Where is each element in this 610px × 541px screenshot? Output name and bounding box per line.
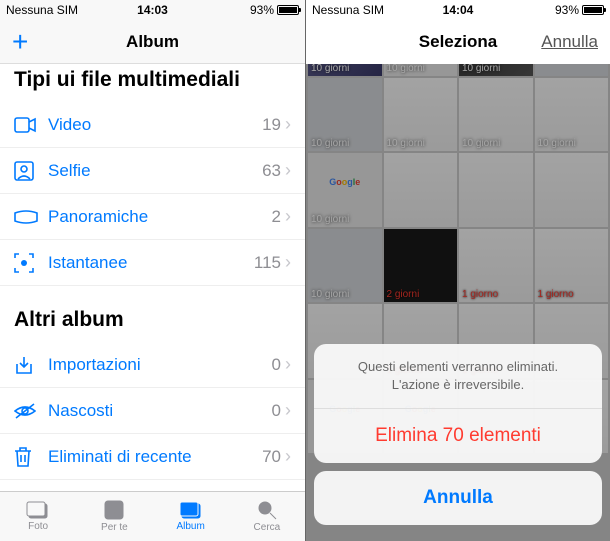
tab-album[interactable]: Album — [153, 492, 229, 541]
sheet-message: Questi elementi verranno eliminati. L'az… — [314, 344, 602, 409]
battery-percent: 93% — [555, 3, 579, 17]
phone-delete-sheet: Nessuna SIM 14:04 93% Seleziona Annulla … — [305, 0, 610, 541]
selfie-icon — [14, 161, 42, 181]
row-count: 19 — [262, 115, 285, 135]
row-label: Importazioni — [42, 355, 272, 375]
chevron-right-icon: › — [285, 354, 291, 375]
chevron-right-icon: › — [285, 206, 291, 227]
chevron-right-icon: › — [285, 114, 291, 135]
section-header-media: Tipi ui file multimediali — [0, 64, 305, 102]
status-bar: Nessuna SIM 14:04 93% — [306, 0, 610, 20]
nav-title: Album — [126, 32, 179, 52]
row-label: Istantanee — [42, 253, 254, 273]
tab-foto[interactable]: Foto — [0, 492, 76, 541]
hidden-icon — [14, 403, 42, 419]
status-bar: Nessuna SIM 14:03 93% — [0, 0, 305, 20]
nav-bar: Seleziona Annulla — [306, 20, 610, 64]
row-label: Video — [42, 115, 262, 135]
delete-button[interactable]: Elimina 70 elementi — [314, 409, 602, 463]
row-istantanee[interactable]: Istantanee 115 › — [0, 240, 305, 286]
row-video[interactable]: Video 19 › — [0, 102, 305, 148]
chevron-right-icon: › — [285, 446, 291, 467]
row-eliminati[interactable]: Eliminati di recente 70 › — [0, 434, 305, 480]
tab-cerca[interactable]: Cerca — [229, 492, 305, 541]
row-count: 0 — [272, 355, 285, 375]
action-sheet: Questi elementi verranno eliminati. L'az… — [314, 344, 602, 533]
sheet-cancel-button[interactable]: Annulla — [314, 471, 602, 525]
section-header-other: Altri album — [0, 286, 305, 342]
carrier-label: Nessuna SIM — [312, 3, 384, 17]
row-label: Panoramiche — [42, 207, 272, 227]
import-icon — [14, 355, 42, 375]
row-count: 115 — [254, 253, 285, 273]
add-button[interactable]: + — [12, 26, 28, 58]
screenshot-icon — [14, 253, 42, 273]
chevron-right-icon: › — [285, 160, 291, 181]
status-time: 14:03 — [137, 3, 168, 17]
battery-icon — [277, 5, 299, 15]
cancel-nav-button[interactable]: Annulla — [541, 32, 598, 52]
row-count: 70 — [262, 447, 285, 467]
row-count: 2 — [272, 207, 285, 227]
row-label: Eliminati di recente — [42, 447, 262, 467]
tab-label: Foto — [28, 521, 48, 532]
trash-icon — [14, 447, 42, 467]
row-nascosti[interactable]: Nascosti 0 › — [0, 388, 305, 434]
chevron-right-icon: › — [285, 252, 291, 273]
battery-percent: 93% — [250, 3, 274, 17]
panorama-icon — [14, 210, 42, 224]
phone-albums: Nessuna SIM 14:03 93% + Album Tipi ui fi… — [0, 0, 305, 541]
chevron-right-icon: › — [285, 400, 291, 421]
video-icon — [14, 117, 42, 133]
row-label: Nascosti — [42, 401, 272, 421]
photo-grid-container: 10 giorni10 giorni10 giorni10 giorni10 g… — [306, 64, 610, 541]
nav-bar: + Album — [0, 20, 305, 64]
row-importazioni[interactable]: Importazioni 0 › — [0, 342, 305, 388]
select-button[interactable]: Seleziona — [419, 32, 497, 52]
tab-bar: Foto Per te Album Cerca — [0, 491, 305, 541]
album-list[interactable]: Tipi ui file multimediali Video 19 › Sel… — [0, 64, 305, 491]
carrier-label: Nessuna SIM — [6, 3, 78, 17]
row-selfie[interactable]: Selfie 63 › — [0, 148, 305, 194]
tab-label: Cerca — [254, 522, 281, 533]
status-time: 14:04 — [443, 3, 474, 17]
row-label: Selfie — [42, 161, 262, 181]
tab-label: Album — [176, 521, 204, 532]
tab-per-te[interactable]: Per te — [76, 492, 152, 541]
tab-label: Per te — [101, 522, 128, 533]
row-count: 0 — [272, 401, 285, 421]
row-panoramiche[interactable]: Panoramiche 2 › — [0, 194, 305, 240]
battery-icon — [582, 5, 604, 15]
row-count: 63 — [262, 161, 285, 181]
